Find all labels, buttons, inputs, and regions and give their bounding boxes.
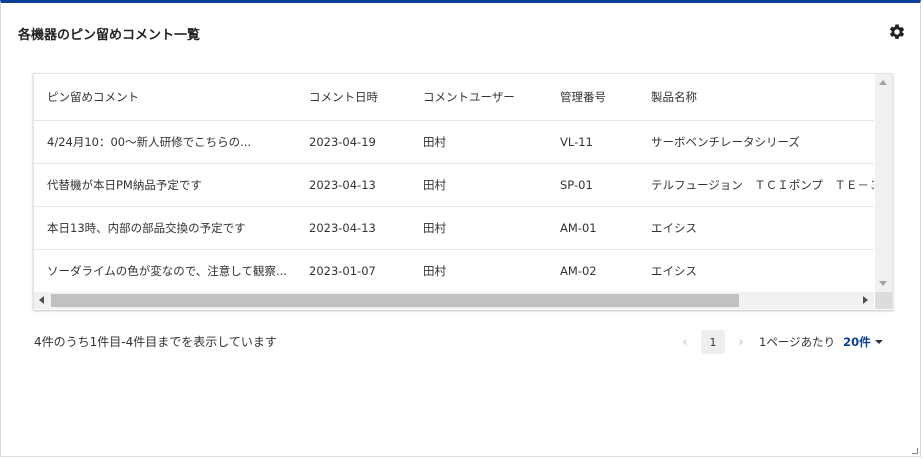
grid-viewport: ピン留めコメント コメント日時 コメントユーザー 管理番号 製品名称 4/24月… <box>34 74 874 292</box>
table-row[interactable]: 4/24月10：00～新人研修でこちらの... 2023-04-19 田村 VL… <box>34 120 874 164</box>
gear-icon[interactable] <box>888 23 906 41</box>
cell-id: AM-01 <box>547 206 638 250</box>
cell-product: テルフュージョン ＴＣＩポンプ ＴＥ－３ <box>638 163 874 207</box>
pagination: ‹ 1 › 1ページあたり 20件 <box>675 329 883 355</box>
cell-date: 2023-04-13 <box>296 206 410 250</box>
chevron-left-icon[interactable]: ‹ <box>675 335 695 350</box>
cell-user: 田村 <box>410 249 547 292</box>
cell-date: 2023-01-07 <box>296 249 410 292</box>
pagination-summary: 4件のうち1件目-4件目までを表示しています <box>34 335 277 349</box>
cell-user: 田村 <box>410 120 547 164</box>
scroll-up-icon[interactable] <box>879 80 887 85</box>
comments-table: ピン留めコメント コメント日時 コメントユーザー 管理番号 製品名称 4/24月… <box>34 74 874 292</box>
cell-comment: 代替機が本日PM納品予定です <box>34 163 296 207</box>
cell-id: SP-01 <box>547 163 638 207</box>
cell-product: エイシス <box>638 249 874 292</box>
cell-date: 2023-04-13 <box>296 163 410 207</box>
scrollbar-corner <box>875 292 892 309</box>
table-row[interactable]: 本日13時、内部の部品交換の予定です 2023-04-13 田村 AM-01 エ… <box>34 206 874 250</box>
vertical-scrollbar[interactable] <box>875 74 892 292</box>
horizontal-scroll-thumb[interactable] <box>51 294 739 307</box>
cell-id: AM-02 <box>547 249 638 292</box>
horizontal-scrollbar[interactable] <box>34 292 874 309</box>
cell-comment: 本日13時、内部の部品交換の予定です <box>34 206 296 250</box>
column-header-user[interactable]: コメントユーザー <box>410 74 547 121</box>
table-row[interactable]: 代替機が本日PM納品予定です 2023-04-13 田村 SP-01 テルフュー… <box>34 163 874 207</box>
scroll-left-icon[interactable] <box>39 296 44 304</box>
chevron-right-icon[interactable]: › <box>731 335 751 350</box>
scroll-down-icon[interactable] <box>879 281 887 286</box>
cell-comment: 4/24月10：00～新人研修でこちらの... <box>34 120 296 164</box>
column-header-product[interactable]: 製品名称 <box>638 74 874 121</box>
cell-date: 2023-04-19 <box>296 120 410 164</box>
column-header-id[interactable]: 管理番号 <box>547 74 638 121</box>
caret-down-icon <box>874 340 883 344</box>
table-header-row: ピン留めコメント コメント日時 コメントユーザー 管理番号 製品名称 <box>34 74 874 121</box>
cell-product: エイシス <box>638 206 874 250</box>
cell-user: 田村 <box>410 163 547 207</box>
cell-id: VL-11 <box>547 120 638 164</box>
cell-user: 田村 <box>410 206 547 250</box>
cell-product: サーボベンチレータシリーズ <box>638 120 874 164</box>
column-header-date[interactable]: コメント日時 <box>296 74 410 121</box>
scroll-right-icon[interactable] <box>863 296 868 304</box>
pinned-comments-panel: 各機器のピン留めコメント一覧 ピン留めコメント コメント日時 コメントユーザー … <box>0 0 921 457</box>
column-header-comment[interactable]: ピン留めコメント <box>34 74 296 121</box>
resize-handle-icon[interactable] <box>912 448 918 454</box>
comments-grid: ピン留めコメント コメント日時 コメントユーザー 管理番号 製品名称 4/24月… <box>33 73 893 310</box>
per-page-select[interactable]: 20件 <box>843 334 883 350</box>
per-page-value: 20件 <box>843 335 871 349</box>
table-row[interactable]: ソーダライムの色が変なので、注意して観察... 2023-01-07 田村 AM… <box>34 249 874 292</box>
cell-comment: ソーダライムの色が変なので、注意して観察... <box>34 249 296 292</box>
page-button-current[interactable]: 1 <box>701 330 725 354</box>
panel-title: 各機器のピン留めコメント一覧 <box>18 28 201 43</box>
per-page-label: 1ページあたり <box>759 335 836 349</box>
